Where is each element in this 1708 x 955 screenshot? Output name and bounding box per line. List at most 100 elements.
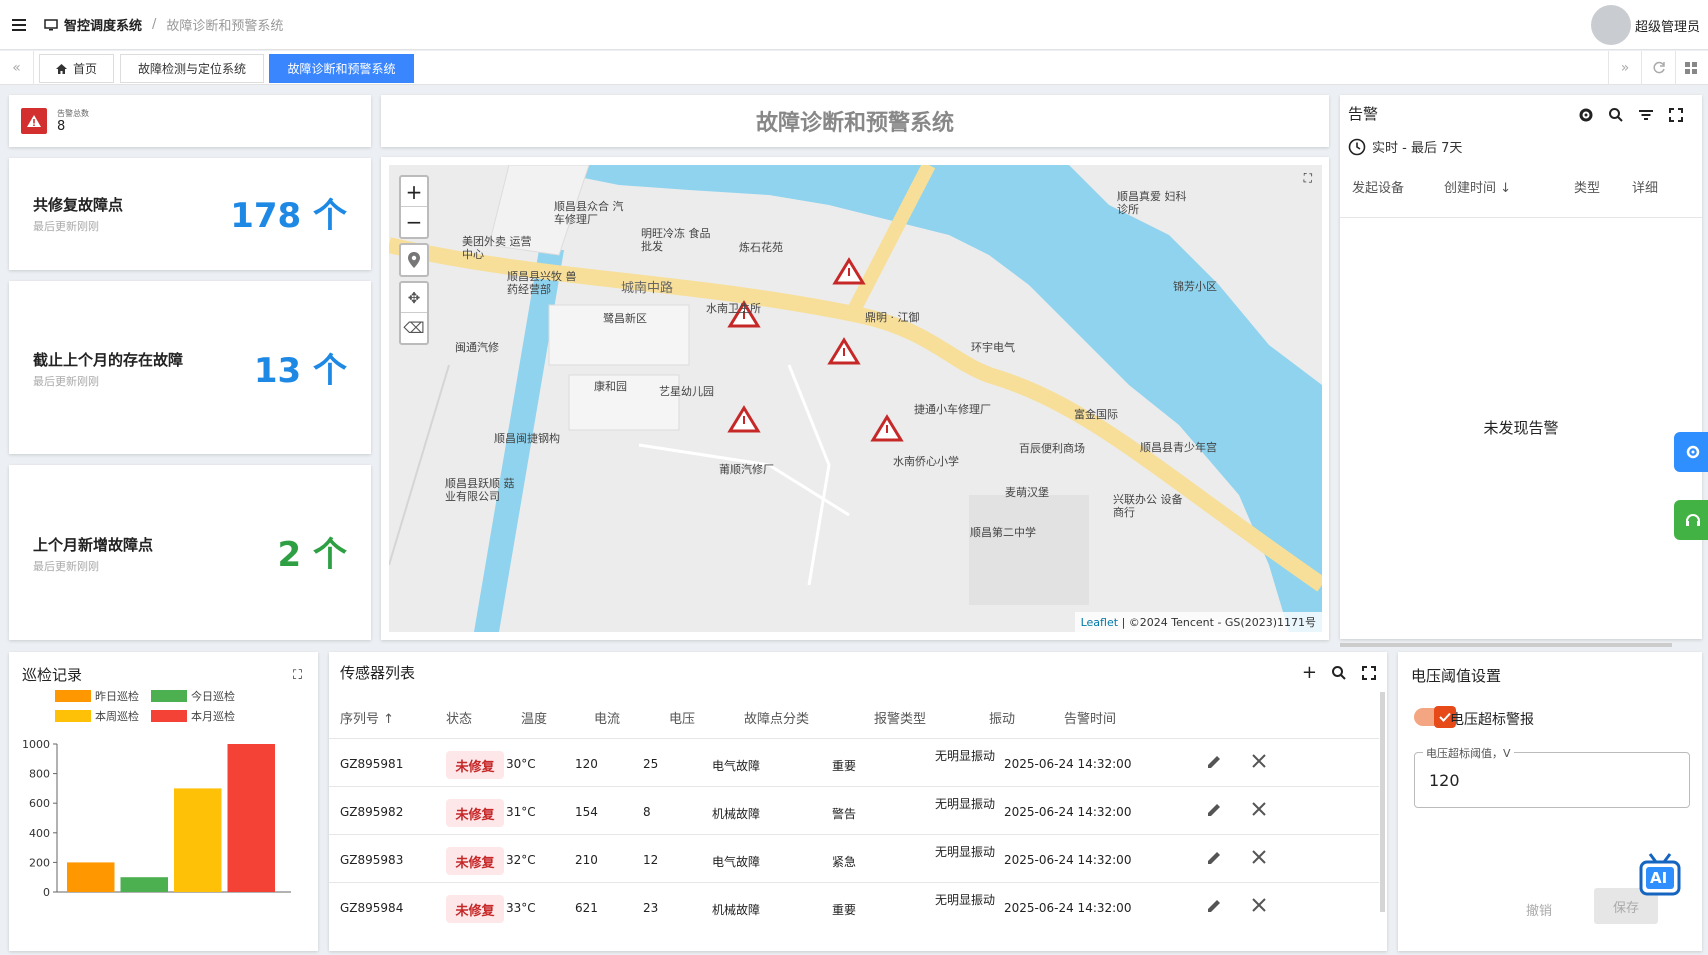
stat-sub: 最后更新刚刚: [33, 375, 99, 388]
search-icon[interactable]: [1608, 107, 1624, 123]
map-place-label[interactable]: 百辰便利商场: [1019, 442, 1099, 455]
map-place-label[interactable]: 明旺冷冻 食品批发: [641, 227, 721, 253]
table-row[interactable]: GZ895981 未修复 30°C 120 25 电气故障 重要 无明显振动 2025-06-2…: [329, 738, 1379, 790]
locate-button[interactable]: [399, 243, 429, 277]
map-place-label[interactable]: 环宇电气: [971, 341, 1051, 354]
col-alarm[interactable]: 报警类型: [874, 708, 926, 727]
col-category[interactable]: 故障点分类: [744, 708, 809, 727]
fullscreen-icon[interactable]: [1361, 665, 1377, 681]
table-row[interactable]: GZ895983 未修复 32°C 210 12 电气故障 紧急 无明显振动 2025-06-2…: [329, 834, 1379, 886]
search-icon[interactable]: [1331, 665, 1347, 681]
map-place-label[interactable]: 美团外卖 运营中心: [462, 235, 542, 261]
map-place-label[interactable]: 顺昌闽捷钢构: [494, 432, 574, 445]
cell-voltage: 8: [643, 805, 651, 819]
map-place-label[interactable]: 艺星幼儿园: [659, 385, 739, 398]
alarm-time-range[interactable]: 实时 - 最后 7天: [1348, 137, 1462, 156]
col-time[interactable]: 告警时间: [1064, 708, 1116, 727]
delete-icon[interactable]: [1251, 897, 1267, 917]
cell-time: 2025-06-24 14:32:00: [1004, 853, 1132, 867]
map-fullscreen-icon[interactable]: ⛶: [1304, 171, 1312, 186]
col-voltage[interactable]: 电压: [669, 708, 695, 727]
stat-label: 截止上个月的存在故障: [33, 351, 184, 369]
map-place-label[interactable]: 富金国际: [1074, 408, 1154, 421]
avatar[interactable]: [1590, 5, 1631, 45]
breadcrumb-app[interactable]: 智控调度系统: [64, 15, 142, 34]
leaflet-link[interactable]: Leaflet: [1081, 616, 1118, 629]
tab-fault-diagnosis[interactable]: 故障诊断和预警系统: [269, 54, 414, 83]
map-place-label[interactable]: 水南卫生所: [706, 302, 786, 315]
map-place-label[interactable]: 麦萌汉堡: [1005, 486, 1085, 499]
side-settings-button[interactable]: [1674, 432, 1708, 472]
alarm-col-detail[interactable]: 详细: [1632, 177, 1658, 196]
sort-down-icon: ↓: [1500, 181, 1512, 196]
alarm-scrollbar[interactable]: [1340, 643, 1672, 647]
voltage-threshold-field[interactable]: 电压超标阈值，V 120: [1414, 745, 1690, 808]
col-current[interactable]: 电流: [594, 708, 620, 727]
sensor-scrollbar[interactable]: [1380, 692, 1385, 912]
grid-icon[interactable]: [1674, 51, 1708, 85]
map-place-label[interactable]: 顺昌县兴牧 兽药经营部: [507, 270, 587, 296]
edit-icon[interactable]: [1205, 897, 1223, 919]
delete-icon[interactable]: [1251, 753, 1267, 773]
map-place-label[interactable]: 顺昌第二中学: [970, 526, 1050, 539]
delete-icon[interactable]: [1251, 849, 1267, 869]
ai-assistant-icon[interactable]: AI: [1638, 852, 1682, 900]
map-place-label[interactable]: 莆顺汽修厂: [719, 463, 799, 476]
map-place-label[interactable]: 顺昌县跃顺 菇业有限公司: [445, 477, 525, 503]
table-row[interactable]: GZ895982 未修复 31°C 154 8 机械故障 警告 无明显振动 2025-06-24…: [329, 786, 1379, 838]
col-status[interactable]: 状态: [446, 708, 472, 727]
col-temp[interactable]: 温度: [521, 708, 547, 727]
zoom-in-button[interactable]: +: [401, 177, 427, 207]
map-place-label[interactable]: 锦芳小区: [1173, 280, 1253, 293]
alarm-total-value: 8: [57, 119, 66, 134]
map-place-label[interactable]: 水南侨心小学: [893, 455, 973, 468]
map-place-label[interactable]: 捷通小车修理厂: [914, 403, 994, 416]
col-vibration[interactable]: 振动: [989, 708, 1015, 727]
bar[interactable]: [120, 877, 169, 892]
map-place-label[interactable]: 炼石花苑: [739, 241, 819, 254]
home-icon: [55, 63, 67, 74]
filter-icon[interactable]: [1638, 107, 1654, 123]
cell-voltage: 12: [643, 853, 659, 867]
fullscreen-icon[interactable]: [1668, 107, 1684, 123]
edit-icon[interactable]: [1205, 849, 1223, 871]
alarm-col-type[interactable]: 类型: [1574, 177, 1600, 196]
side-support-button[interactable]: [1674, 500, 1708, 540]
alarm-col-created[interactable]: 创建时间 ↓: [1444, 177, 1511, 196]
eraser-icon[interactable]: ⌫: [401, 313, 427, 343]
settings-icon[interactable]: [1578, 107, 1594, 123]
map[interactable]: 城南中路 顺昌县众合 汽车修理厂 明旺冷冻 食品批发 炼石花苑 美团外卖 运营中心 顺昌…: [389, 165, 1322, 632]
cell-category: 机械故障: [712, 807, 761, 821]
zoom-out-button[interactable]: −: [401, 207, 427, 237]
map-place-label[interactable]: 闽通汽修: [455, 341, 535, 354]
cancel-button[interactable]: 撤销: [1526, 900, 1552, 919]
bar[interactable]: [174, 788, 222, 892]
move-icon[interactable]: ✥: [401, 283, 427, 313]
cell-temp: 30°C: [506, 757, 536, 771]
map-place-label[interactable]: 顺昌真爱 妇科诊所: [1117, 190, 1197, 216]
tabs-scroll-left-icon[interactable]: «: [0, 51, 34, 85]
tab-fault-detection[interactable]: 故障检测与定位系统: [120, 54, 264, 83]
refresh-icon[interactable]: [1642, 51, 1676, 85]
user-menu[interactable]: 超级管理员: [1590, 5, 1700, 45]
col-serial[interactable]: 序列号 ↑: [340, 708, 394, 727]
map-place-label[interactable]: 鼎明 · 江御: [865, 311, 945, 324]
y-tick-label: 600: [29, 797, 50, 810]
delete-icon[interactable]: [1251, 801, 1267, 821]
tab-home[interactable]: 首页: [39, 54, 114, 83]
edit-icon[interactable]: [1205, 801, 1223, 823]
add-icon[interactable]: +: [1302, 662, 1317, 683]
map-place-label[interactable]: 兴联办公 设备商行: [1113, 493, 1193, 519]
edit-icon[interactable]: [1205, 753, 1223, 775]
map-place-label[interactable]: 顺昌县青少年宫: [1140, 441, 1220, 454]
breadcrumb: 智控调度系统 / 故障诊断和预警系统: [44, 15, 283, 34]
table-row[interactable]: GZ895984 未修复 33°C 621 23 机械故障 重要 无明显振动 2025-06-2…: [329, 882, 1379, 934]
map-place-label[interactable]: 顺昌县众合 汽车修理厂: [554, 200, 634, 226]
tabs-scroll-right-icon[interactable]: »: [1608, 51, 1642, 85]
bar[interactable]: [227, 744, 276, 892]
bar[interactable]: [67, 862, 115, 892]
alarm-col-device[interactable]: 发起设备: [1352, 177, 1404, 196]
map-place-label[interactable]: 鹭昌新区: [603, 312, 683, 325]
menu-icon[interactable]: [12, 18, 26, 31]
voltage-alarm-toggle[interactable]: [1414, 706, 1456, 728]
